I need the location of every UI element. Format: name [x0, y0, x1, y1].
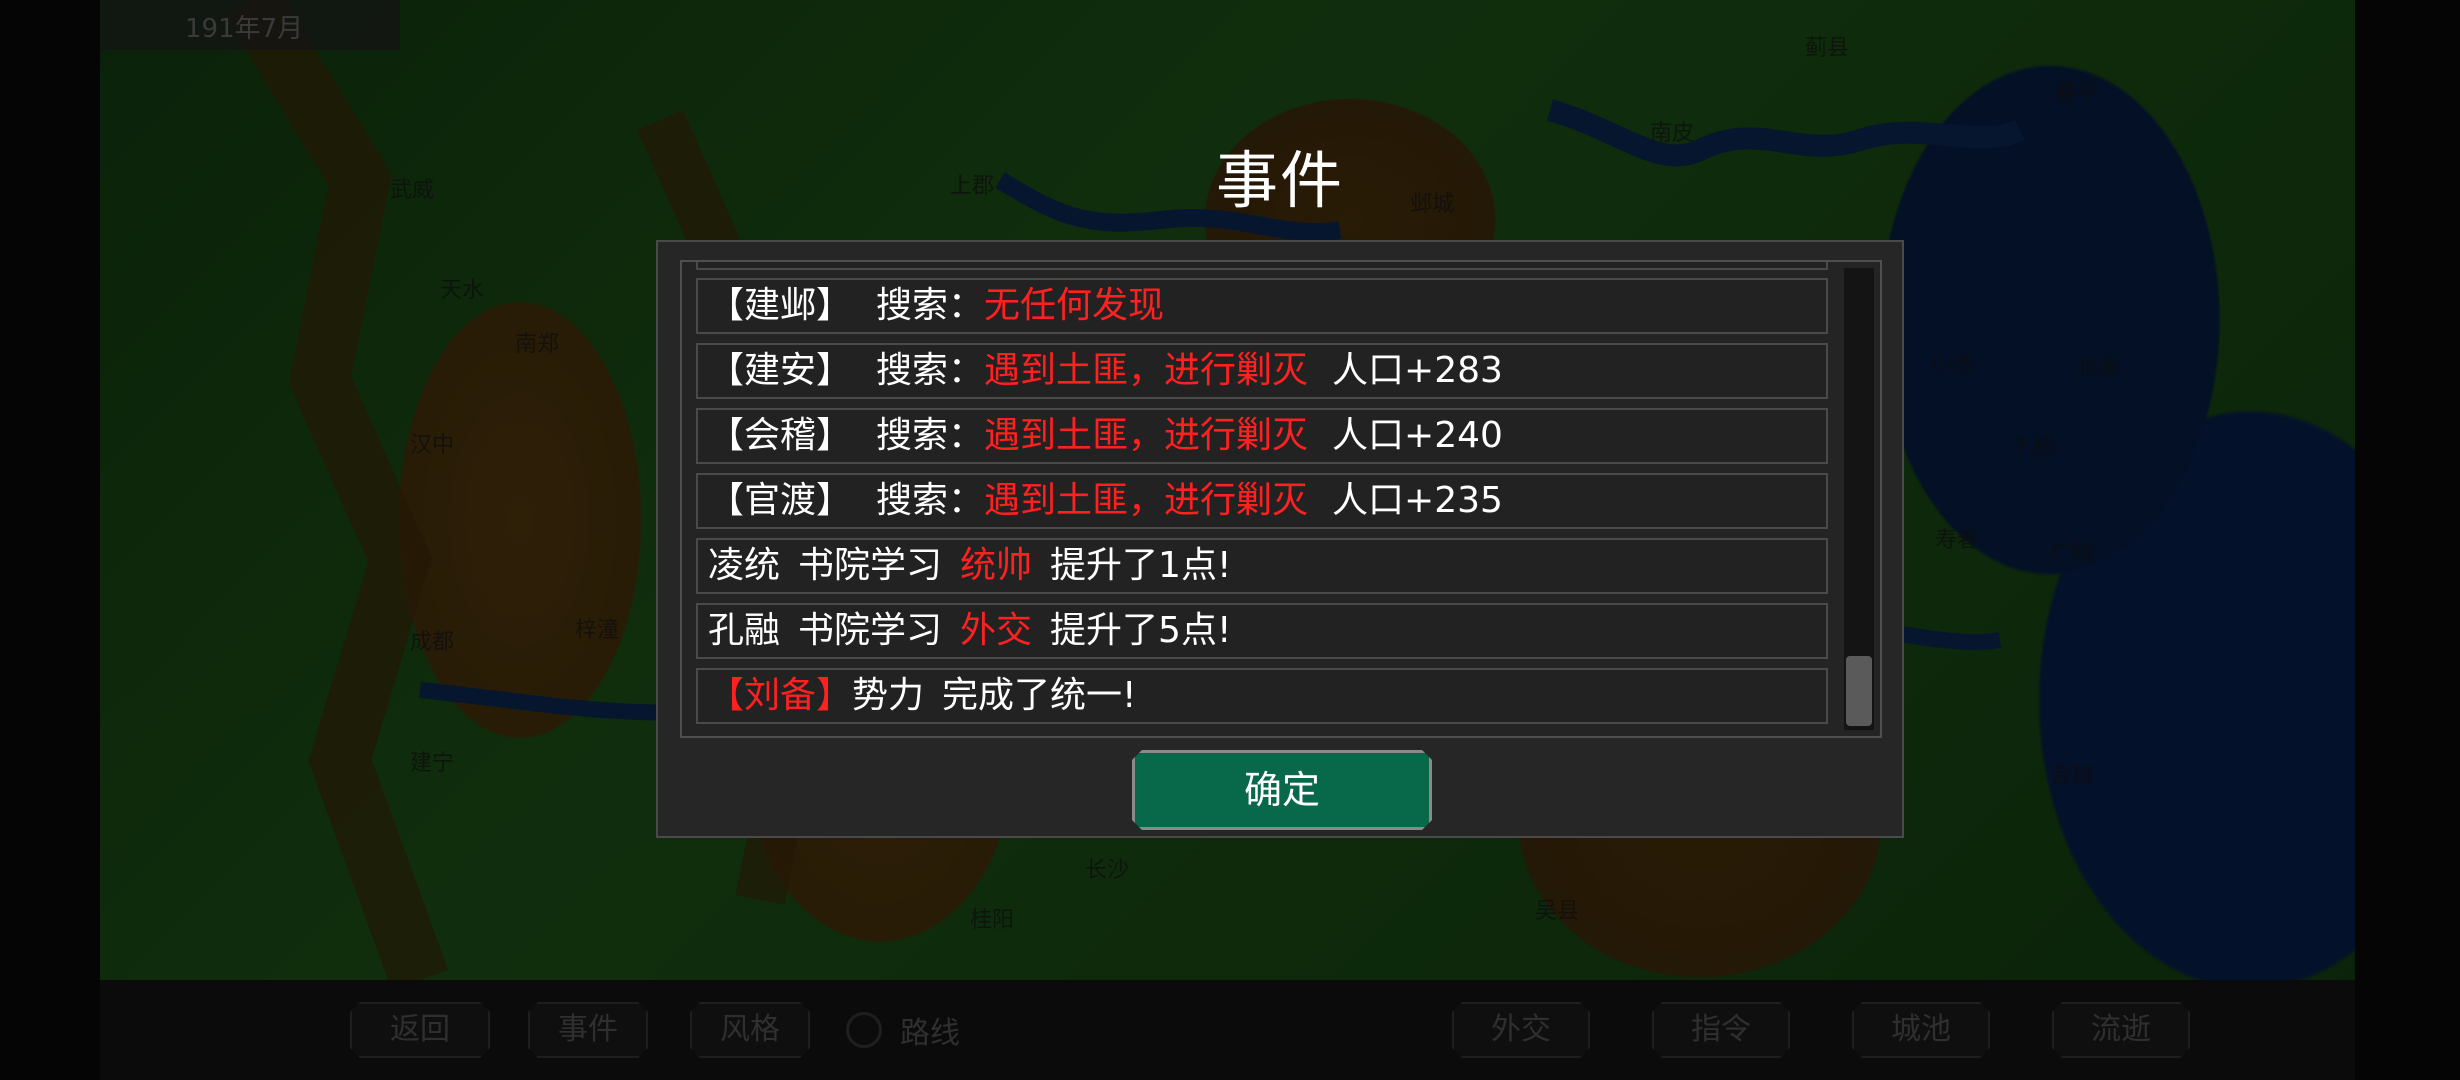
city-label: 邺城 — [1410, 192, 1455, 217]
study-activity: 书院学习 — [798, 610, 943, 651]
study-gain: 提升了5点! — [1050, 610, 1232, 651]
study-stat: 统帅 — [960, 545, 1033, 586]
date-label: 191年7月 — [185, 14, 304, 44]
event-population: 人口+283 — [1332, 350, 1503, 391]
cities-button[interactable]: 城池 — [1852, 1002, 1990, 1058]
event-action: 搜索： — [876, 350, 985, 391]
city-label: 建宁 — [410, 751, 455, 776]
study-row: 孔融 书院学习 外交 提升了5点! — [696, 603, 1828, 659]
game-screen: 蓟县 襄平 南皮 武威 上郡 邺城 天水 南郑 小沛 北海 汉中 下邳 梓潼 寿… — [0, 0, 2460, 1080]
event-action: 搜索： — [876, 285, 985, 326]
study-stat: 外交 — [960, 610, 1033, 651]
city-label: 广陵 — [2050, 541, 2095, 566]
city-label: 下邳 — [2010, 436, 2055, 461]
unify-lord: 【刘备】 — [708, 675, 853, 716]
city-label: 小沛 — [1930, 353, 1975, 378]
event-place: 【建安】 — [708, 350, 853, 391]
dialog-title: 事件 — [1215, 144, 1344, 217]
event-place: 【会稽】 — [708, 415, 853, 456]
city-label: 寿春 — [1935, 528, 1980, 553]
style-button[interactable]: 风格 — [690, 1002, 810, 1058]
city-label: 桂阳 — [970, 908, 1015, 933]
event-row: 【会稽】 搜索：遇到土匪，进行剿灭 人口+240 — [696, 408, 1828, 464]
event-row-partial — [696, 262, 1828, 270]
study-activity: 书院学习 — [798, 545, 943, 586]
time-pass-button[interactable]: 流逝 — [2052, 1002, 2190, 1058]
city-label: 梓潼 — [575, 618, 620, 643]
city-label: 会稽 — [2050, 764, 2095, 789]
events-button[interactable]: 事件 — [528, 1002, 648, 1058]
event-result: 无任何发现 — [984, 285, 1165, 326]
city-label: 成都 — [410, 630, 455, 655]
city-label: 南郑 — [515, 332, 560, 357]
city-label: 天水 — [440, 278, 485, 303]
city-label: 蓟县 — [1805, 36, 1850, 61]
unify-faction: 势力 — [852, 675, 925, 716]
city-label: 上郡 — [950, 174, 995, 199]
city-label: 吴县 — [1535, 899, 1580, 924]
event-dialog: 【建邺】 搜索：无任何发现 【建安】 搜索：遇到土匪，进行剿灭 人口+283 【会稽】… — [656, 240, 1904, 838]
event-action: 搜索： — [876, 415, 985, 456]
unify-row: 【刘备】势力 完成了统一! — [696, 668, 1828, 724]
back-button[interactable]: 返回 — [350, 1002, 490, 1058]
city-label: 武威 — [390, 178, 435, 203]
study-person: 凌统 — [708, 545, 781, 586]
command-button[interactable]: 指令 — [1652, 1002, 1790, 1058]
event-population: 人口+240 — [1332, 415, 1503, 456]
event-list-scrollbar[interactable] — [1844, 268, 1874, 730]
event-result: 遇到土匪，进行剿灭 — [984, 480, 1309, 521]
city-label: 长沙 — [1085, 858, 1130, 883]
event-list-frame[interactable]: 【建邺】 搜索：无任何发现 【建安】 搜索：遇到土匪，进行剿灭 人口+283 【会稽】… — [680, 260, 1882, 738]
unify-message: 完成了统一! — [942, 675, 1137, 716]
event-place: 【建邺】 — [708, 285, 853, 326]
confirm-button[interactable]: 确定 — [1132, 750, 1432, 830]
event-action: 搜索： — [876, 480, 985, 521]
event-row: 【建安】 搜索：遇到土匪，进行剿灭 人口+283 — [696, 343, 1828, 399]
city-label: 北海 — [2075, 356, 2120, 381]
scrollbar-thumb[interactable] — [1846, 656, 1872, 726]
study-person: 孔融 — [708, 610, 781, 651]
event-row: 【官渡】 搜索：遇到土匪，进行剿灭 人口+235 — [696, 473, 1828, 529]
event-place: 【官渡】 — [708, 480, 853, 521]
route-label: 路线 — [900, 1016, 960, 1051]
route-radio[interactable] — [846, 1012, 882, 1048]
city-label: 南皮 — [1650, 121, 1695, 146]
event-population: 人口+235 — [1332, 480, 1503, 521]
event-result: 遇到土匪，进行剿灭 — [984, 350, 1309, 391]
event-row: 【建邺】 搜索：无任何发现 — [696, 278, 1828, 334]
study-gain: 提升了1点! — [1050, 545, 1232, 586]
study-row: 凌统 书院学习 统帅 提升了1点! — [696, 538, 1828, 594]
city-label: 汉中 — [410, 433, 455, 458]
diplomacy-button[interactable]: 外交 — [1452, 1002, 1590, 1058]
date-panel: 191年7月 — [100, 0, 400, 50]
city-label: 襄平 — [2055, 81, 2100, 106]
event-result: 遇到土匪，进行剿灭 — [984, 415, 1309, 456]
